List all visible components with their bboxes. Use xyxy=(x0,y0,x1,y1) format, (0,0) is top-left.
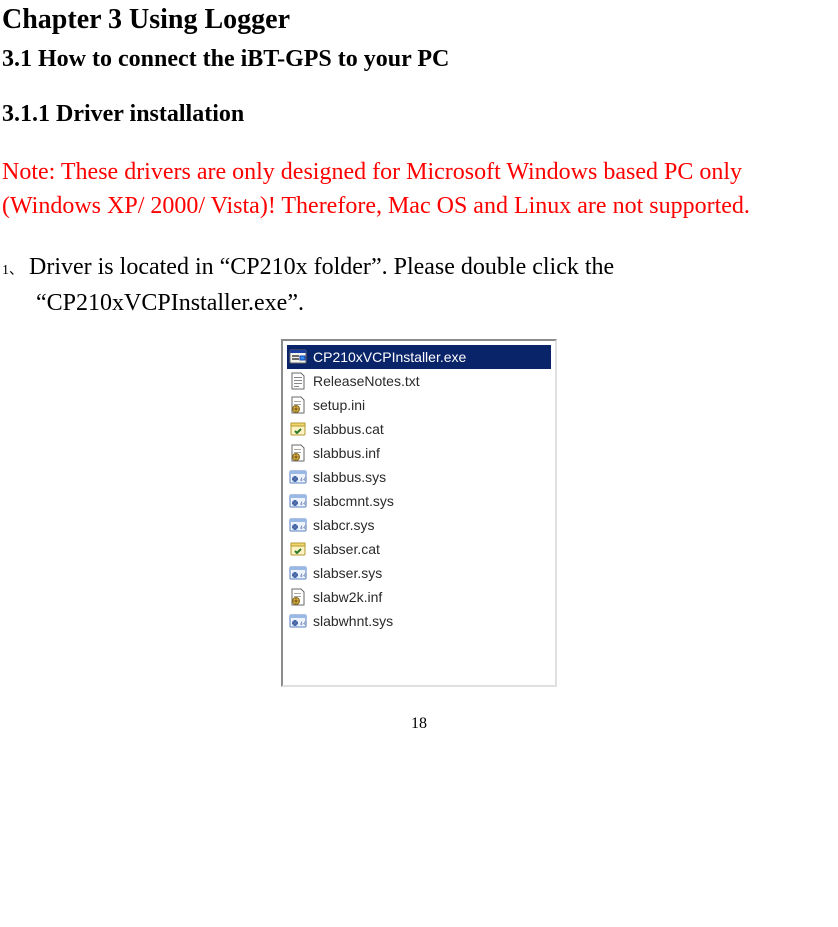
sys-file-icon: 4-0 xyxy=(287,466,309,488)
file-row[interactable]: ReleaseNotes.txt xyxy=(287,369,551,393)
file-list: CP210xVCPInstaller.exe ReleaseNotes.txt se… xyxy=(283,341,555,685)
quote-open: “ xyxy=(220,254,231,280)
file-name: slabbus.inf xyxy=(309,445,380,461)
svg-text:4-0: 4-0 xyxy=(300,478,307,483)
file-name: slabcmnt.sys xyxy=(309,493,394,509)
file-name: slabcr.sys xyxy=(309,517,374,533)
ini-file-icon xyxy=(287,394,309,416)
file-explorer-window: CP210xVCPInstaller.exe ReleaseNotes.txt se… xyxy=(281,339,557,687)
exe-name: CP210xVCPInstaller.exe xyxy=(47,290,288,316)
file-row[interactable]: 4-0slabbus.sys xyxy=(287,465,551,489)
ini-file-icon xyxy=(287,442,309,464)
instruction-text-suffix: . xyxy=(298,290,304,316)
file-row[interactable]: 4-0slabcr.sys xyxy=(287,513,551,537)
file-name: CP210xVCPInstaller.exe xyxy=(309,349,466,365)
list-marker: 1、 xyxy=(2,263,23,278)
sys-file-icon: 4-0 xyxy=(287,514,309,536)
file-row[interactable]: slabw2k.inf xyxy=(287,585,551,609)
quote-close: ” xyxy=(371,254,382,280)
file-row[interactable]: 4-0slabcmnt.sys xyxy=(287,489,551,513)
instruction-text-mid: . Please double click the xyxy=(382,254,615,280)
svg-text:4-0: 4-0 xyxy=(300,574,307,579)
file-name: slabwhnt.sys xyxy=(309,613,393,629)
file-row[interactable]: 4-0slabser.sys xyxy=(287,561,551,585)
file-name: setup.ini xyxy=(309,397,365,413)
file-row[interactable]: 4-0slabwhnt.sys xyxy=(287,609,551,633)
cat-file-icon xyxy=(287,538,309,560)
file-row[interactable]: slabbus.inf xyxy=(287,441,551,465)
file-name: ReleaseNotes.txt xyxy=(309,373,420,389)
section-title: 3.1 How to connect the iBT-GPS to your P… xyxy=(2,46,836,73)
folder-name: CP210x folder xyxy=(230,254,371,280)
subsection-title: 3.1.1 Driver installation xyxy=(2,101,836,128)
file-row[interactable]: setup.ini xyxy=(287,393,551,417)
instruction-step: 1、 Driver is located in “CP210x folder”.… xyxy=(2,249,836,321)
ini-file-icon xyxy=(287,586,309,608)
quote-close: ” xyxy=(287,290,298,316)
file-row[interactable]: CP210xVCPInstaller.exe xyxy=(287,345,551,369)
file-name: slabser.sys xyxy=(309,565,382,581)
txt-file-icon xyxy=(287,370,309,392)
cat-file-icon xyxy=(287,418,309,440)
file-name: slabser.cat xyxy=(309,541,380,557)
chapter-title: Chapter 3 Using Logger xyxy=(2,4,836,36)
file-row[interactable]: slabbus.cat xyxy=(287,417,551,441)
sys-file-icon: 4-0 xyxy=(287,562,309,584)
page-number: 18 xyxy=(2,715,836,733)
sys-file-icon: 4-0 xyxy=(287,610,309,632)
note-text: Note: These drivers are only designed fo… xyxy=(2,156,836,223)
file-name: slabbus.cat xyxy=(309,421,384,437)
sys-file-icon: 4-0 xyxy=(287,490,309,512)
file-name: slabw2k.inf xyxy=(309,589,382,605)
instruction-text-prefix: Driver is located in xyxy=(29,254,220,280)
file-name: slabbus.sys xyxy=(309,469,386,485)
file-row[interactable]: slabser.cat xyxy=(287,537,551,561)
svg-text:4-0: 4-0 xyxy=(300,622,307,627)
svg-text:4-0: 4-0 xyxy=(300,526,307,531)
exe-file-icon xyxy=(287,346,309,368)
svg-text:4-0: 4-0 xyxy=(300,502,307,507)
quote-open: “ xyxy=(36,290,47,316)
